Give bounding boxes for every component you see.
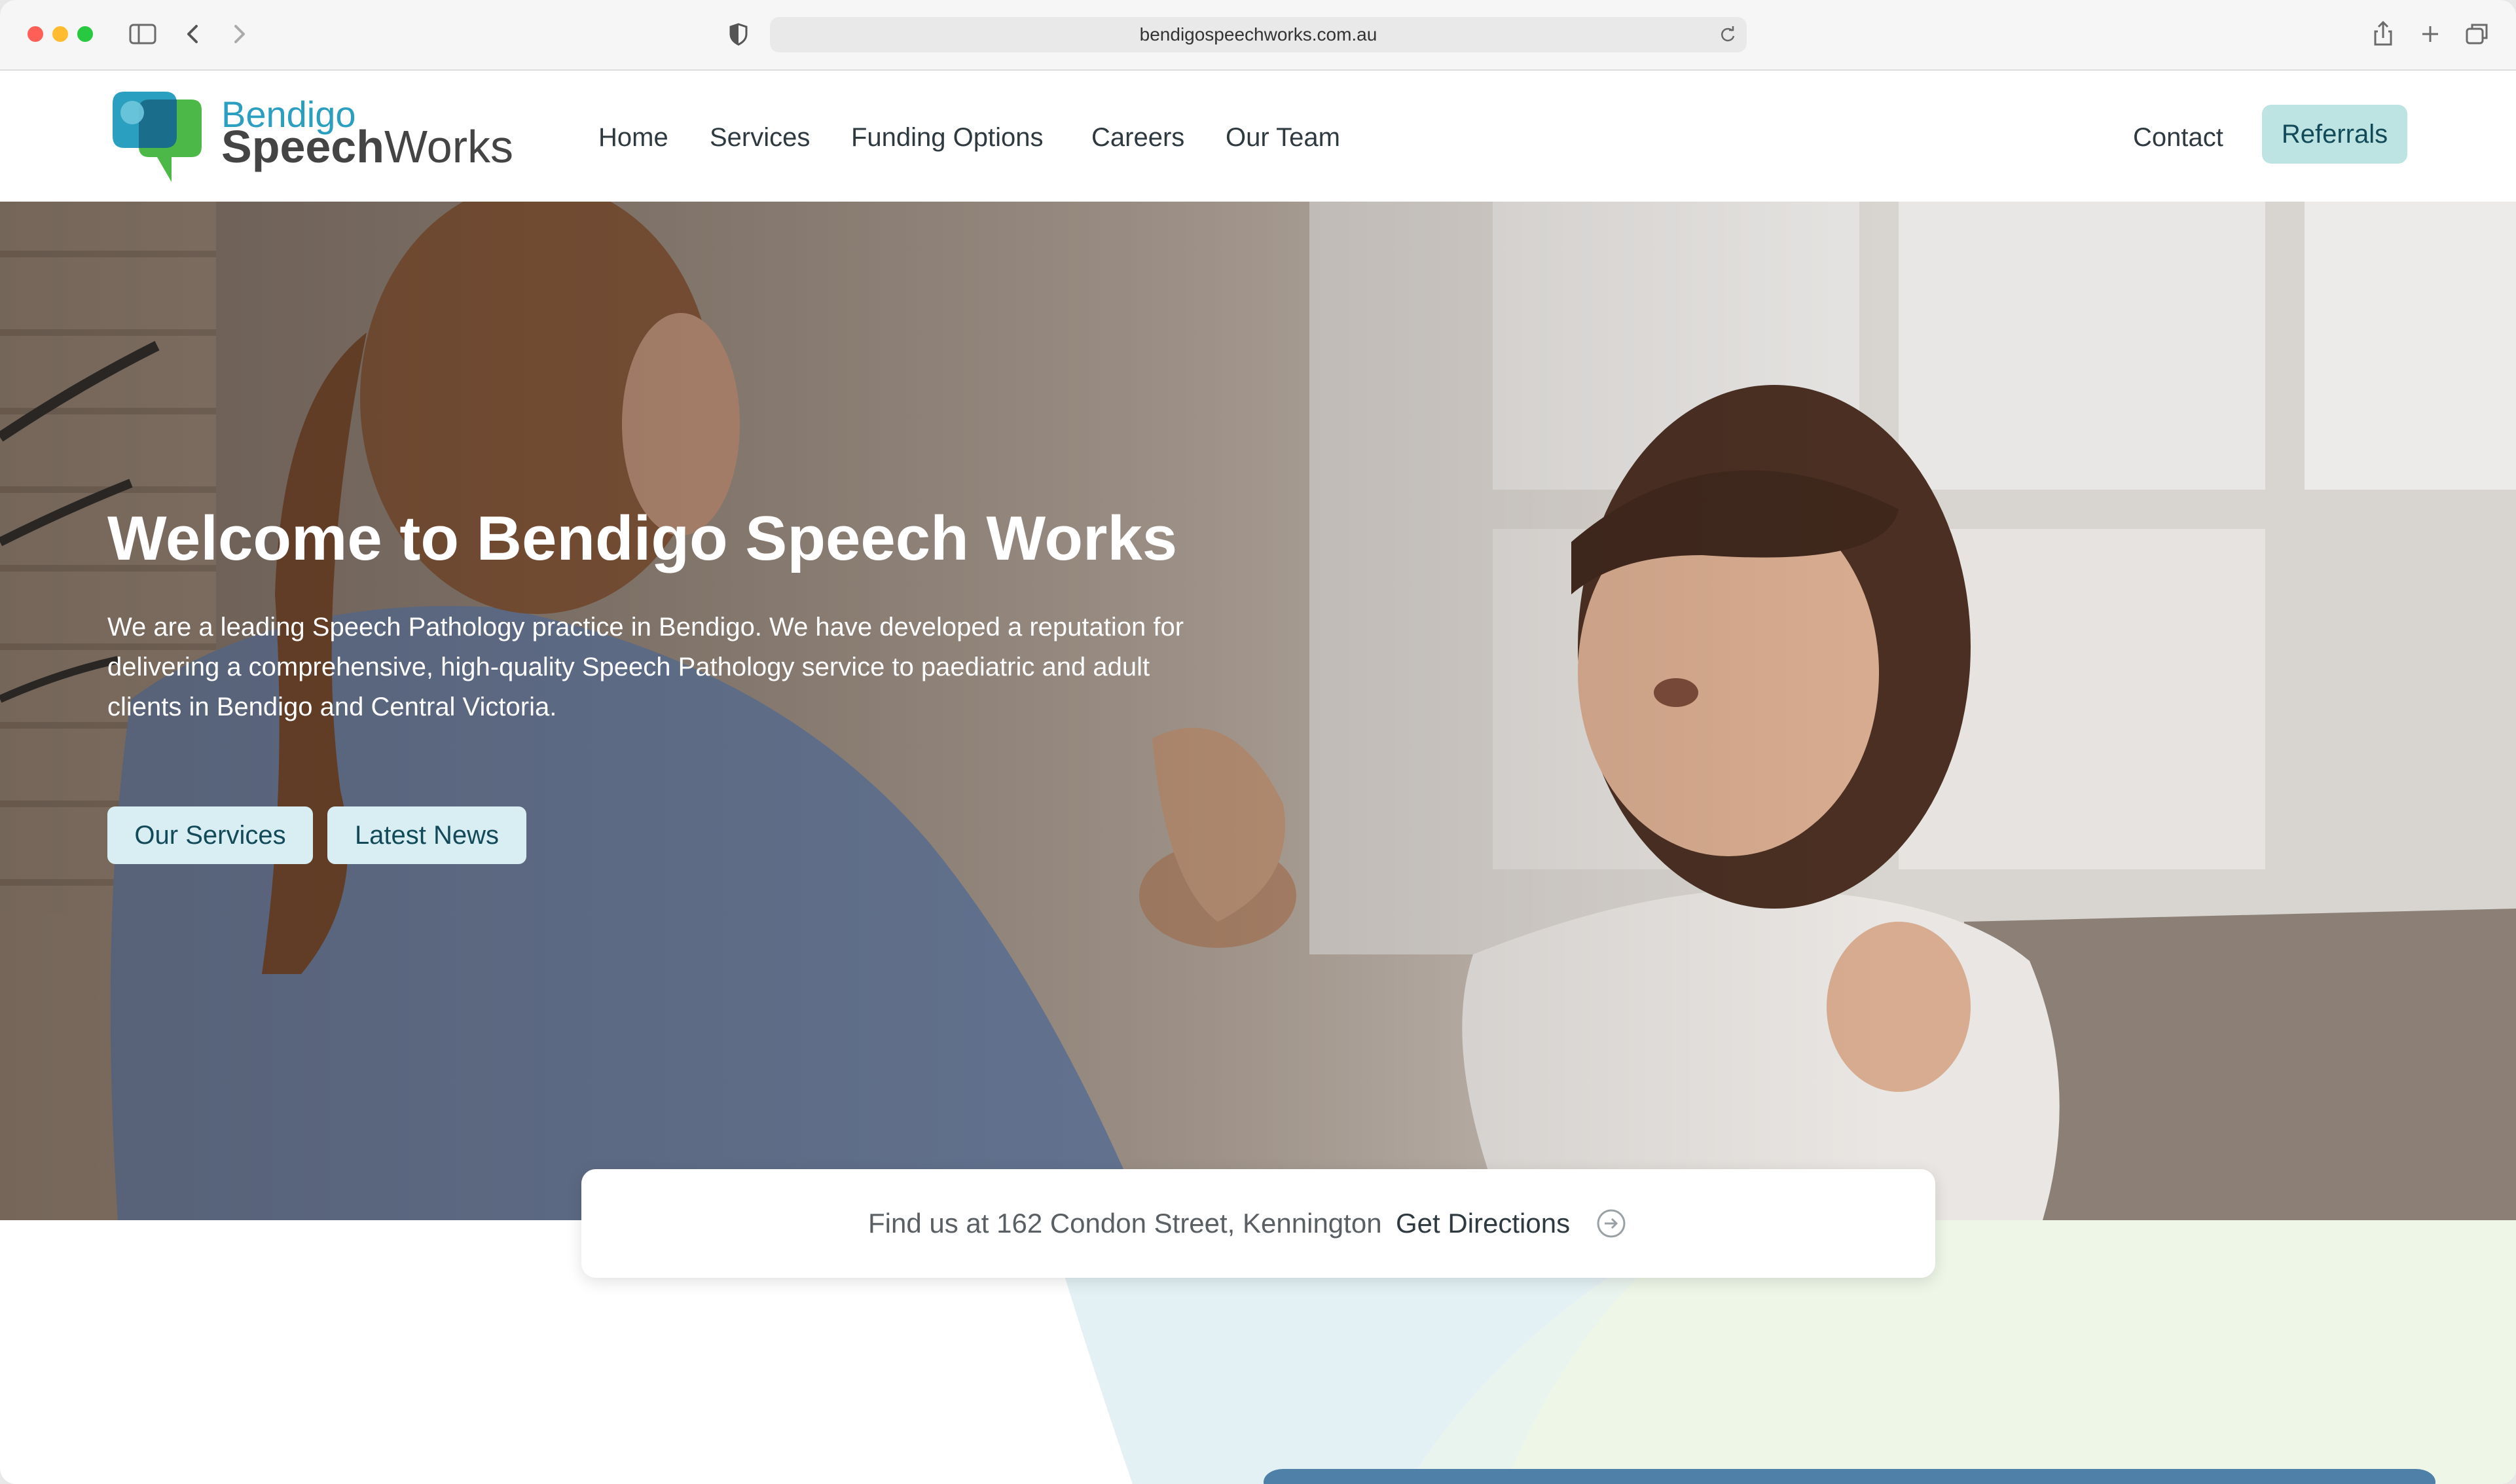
maximize-window-button[interactable] [77,26,93,42]
hero-section: Welcome to Bendigo Speech Works We are a… [0,202,2516,1220]
browser-window: bendigospeechworks.com.au Bendigo Speech… [0,0,2516,1484]
logo-text-works: Works [384,121,514,172]
share-icon[interactable] [2371,18,2395,50]
nav-item-contact[interactable]: Contact [2133,118,2223,157]
minimize-window-button[interactable] [52,26,68,42]
address-bar[interactable]: bendigospeechworks.com.au [770,17,1747,52]
our-services-button[interactable]: Our Services [107,806,313,864]
browser-toolbar: bendigospeechworks.com.au [0,0,2516,71]
logo-text-speech: Speech [221,121,384,172]
referrals-button[interactable]: Referrals [2262,105,2407,164]
hero-description: We are a leading Speech Pathology practi… [107,613,1184,721]
new-tab-icon[interactable] [2418,18,2442,50]
directions-bar: Find us at 162 Condon Street, Kennington… [581,1169,1935,1278]
arrow-right-circle-icon[interactable] [1596,1208,1626,1239]
latest-news-button[interactable]: Latest News [327,806,526,864]
nav-item-home[interactable]: Home [598,118,668,157]
nav-item-funding-options[interactable]: Funding Options [851,118,1044,157]
address-text: Find us at 162 Condon Street, Kennington [868,1208,1382,1239]
hero-title: Welcome to Bendigo Speech Works [107,503,1178,573]
reload-icon[interactable] [1718,25,1738,45]
sidebar-icon[interactable] [128,18,157,50]
logo-text-speechworks: SpeechWorks [221,120,513,173]
shield-icon[interactable] [727,18,750,50]
get-directions-link[interactable]: Get Directions [1396,1169,1570,1278]
forward-icon[interactable] [229,18,249,50]
back-icon[interactable] [183,18,203,50]
nav-item-careers[interactable]: Careers [1091,118,1184,157]
url-text: bendigospeechworks.com.au [1139,24,1377,45]
nav-item-our-team[interactable]: Our Team [1226,118,1340,157]
logo-speech-bubble-icon[interactable] [106,90,204,189]
close-window-button[interactable] [27,26,43,42]
tabs-icon[interactable] [2464,18,2490,50]
nav-item-services[interactable]: Services [710,118,810,157]
site-header: Bendigo SpeechWorks Home Services Fundin… [0,71,2516,202]
